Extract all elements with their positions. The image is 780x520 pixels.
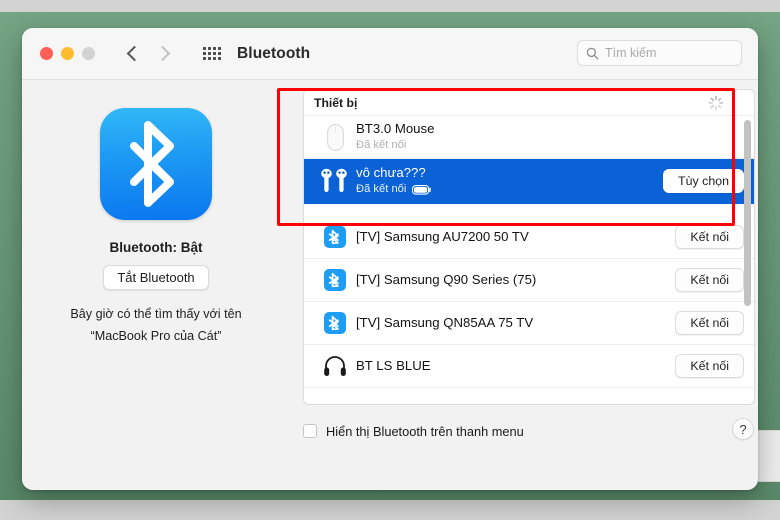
help-button[interactable]: ?: [732, 418, 754, 440]
device-options-button[interactable]: Tùy chọn: [663, 169, 744, 193]
mouse-icon: [318, 123, 352, 151]
table-row[interactable]: BT LS BLUE Kết nối: [304, 345, 754, 388]
search-icon: [586, 47, 599, 59]
device-info: BT LS BLUE: [356, 357, 431, 374]
window-titlebar: Bluetooth Tìm kiếm: [22, 28, 758, 80]
device-info: BT3.0 Mouse Đã kết nối: [356, 120, 434, 153]
search-placeholder: Tìm kiếm: [605, 46, 657, 60]
table-row[interactable]: [TV] Samsung QN85AA 75 TV Kết nối: [304, 302, 754, 345]
connect-button[interactable]: Kết nối: [675, 354, 744, 378]
bluetooth-badge-icon: [318, 269, 352, 291]
device-rows: BT3.0 Mouse Đã kết nối vô chưa??? Đã kết…: [304, 116, 754, 388]
battery-icon: [412, 184, 432, 195]
zoom-button[interactable]: [82, 47, 95, 60]
discoverable-line-1: Bây giờ có thể tìm thấy với tên: [70, 307, 242, 321]
chevron-left-icon[interactable]: [127, 47, 140, 60]
device-name: BT LS BLUE: [356, 358, 431, 374]
device-info: [TV] Samsung AU7200 50 TV: [356, 228, 529, 245]
scrollbar-thumb[interactable]: [744, 120, 751, 306]
airpods-icon: [318, 168, 352, 194]
minimize-button[interactable]: [61, 47, 74, 60]
table-row-selected[interactable]: vô chưa??? Đã kết nối Tùy chọn: [304, 159, 754, 204]
device-list-header: Thiết bị: [304, 90, 754, 116]
device-name: BT3.0 Mouse: [356, 121, 435, 137]
bluetooth-badge-icon: [318, 312, 352, 334]
page-title: Bluetooth: [237, 44, 311, 62]
device-info: [TV] Samsung Q90 Series (75): [356, 271, 536, 288]
connect-button[interactable]: Kết nối: [675, 311, 744, 335]
table-row[interactable]: BT3.0 Mouse Đã kết nối: [304, 116, 754, 159]
bluetooth-preferences-window: Bluetooth Tìm kiếm Bluetooth: Bật Tắt Bl…: [22, 28, 758, 490]
discoverable-text: Bây giờ có thể tìm thấy với tên “MacBook…: [70, 303, 241, 347]
device-list-panel: Thiết bị BT3.0 Mouse Đã kết nối vô chưa?…: [303, 89, 755, 405]
search-field[interactable]: Tìm kiếm: [577, 40, 742, 66]
device-name: [TV] Samsung QN85AA 75 TV: [356, 315, 534, 331]
bluetooth-glyph-icon: [130, 121, 174, 207]
show-bluetooth-menubar-label: Hiển thị Bluetooth trên thanh menu: [326, 423, 524, 439]
bluetooth-status-panel: Bluetooth: Bật Tắt Bluetooth Bây giờ có …: [22, 80, 290, 490]
toggle-bluetooth-button[interactable]: Tắt Bluetooth: [103, 265, 209, 290]
table-row[interactable]: [TV] Samsung Q90 Series (75) Kết nối: [304, 259, 754, 302]
navigation-controls: [127, 46, 221, 61]
table-row[interactable]: [TV] Samsung AU7200 50 TV Kết nối: [304, 216, 754, 259]
device-name: vô chưa???: [356, 165, 426, 181]
device-name: [TV] Samsung Q90 Series (75): [356, 272, 537, 288]
device-status: Đã kết nối: [356, 181, 432, 197]
close-button[interactable]: [40, 47, 53, 60]
device-status-text: Đã kết nối: [356, 139, 407, 152]
grid-apps-icon[interactable]: [203, 46, 221, 61]
device-info: vô chưa??? Đã kết nối: [356, 164, 432, 197]
loading-spinner-icon: [708, 95, 724, 111]
device-status: Đã kết nối: [356, 137, 434, 153]
device-name: [TV] Samsung AU7200 50 TV: [356, 229, 529, 245]
device-status-text: Đã kết nối: [356, 183, 407, 196]
traffic-light-buttons: [40, 47, 95, 60]
list-gap: [304, 204, 754, 216]
connect-button[interactable]: Kết nối: [675, 268, 744, 292]
discoverable-line-2: “MacBook Pro của Cát”: [90, 329, 222, 344]
bluetooth-icon: [100, 108, 212, 220]
footer-controls: Hiển thị Bluetooth trên thanh menu ?: [303, 418, 755, 444]
chevron-right-icon[interactable]: [156, 47, 169, 60]
window-content: Bluetooth: Bật Tắt Bluetooth Bây giờ có …: [22, 80, 758, 490]
desktop-bottom-strip: [0, 500, 780, 520]
device-list-header-label: Thiết bị: [314, 95, 358, 110]
desktop-edge-panel: [758, 430, 780, 482]
device-info: [TV] Samsung QN85AA 75 TV: [356, 314, 533, 331]
device-list-scrollbar[interactable]: [744, 120, 751, 392]
headphones-icon: [318, 355, 352, 377]
desktop-top-strip: [0, 0, 780, 12]
show-bluetooth-menubar-checkbox[interactable]: [303, 424, 317, 438]
bluetooth-status-text: Bluetooth: Bật: [109, 240, 203, 255]
connect-button[interactable]: Kết nối: [675, 225, 744, 249]
bluetooth-badge-icon: [318, 226, 352, 248]
